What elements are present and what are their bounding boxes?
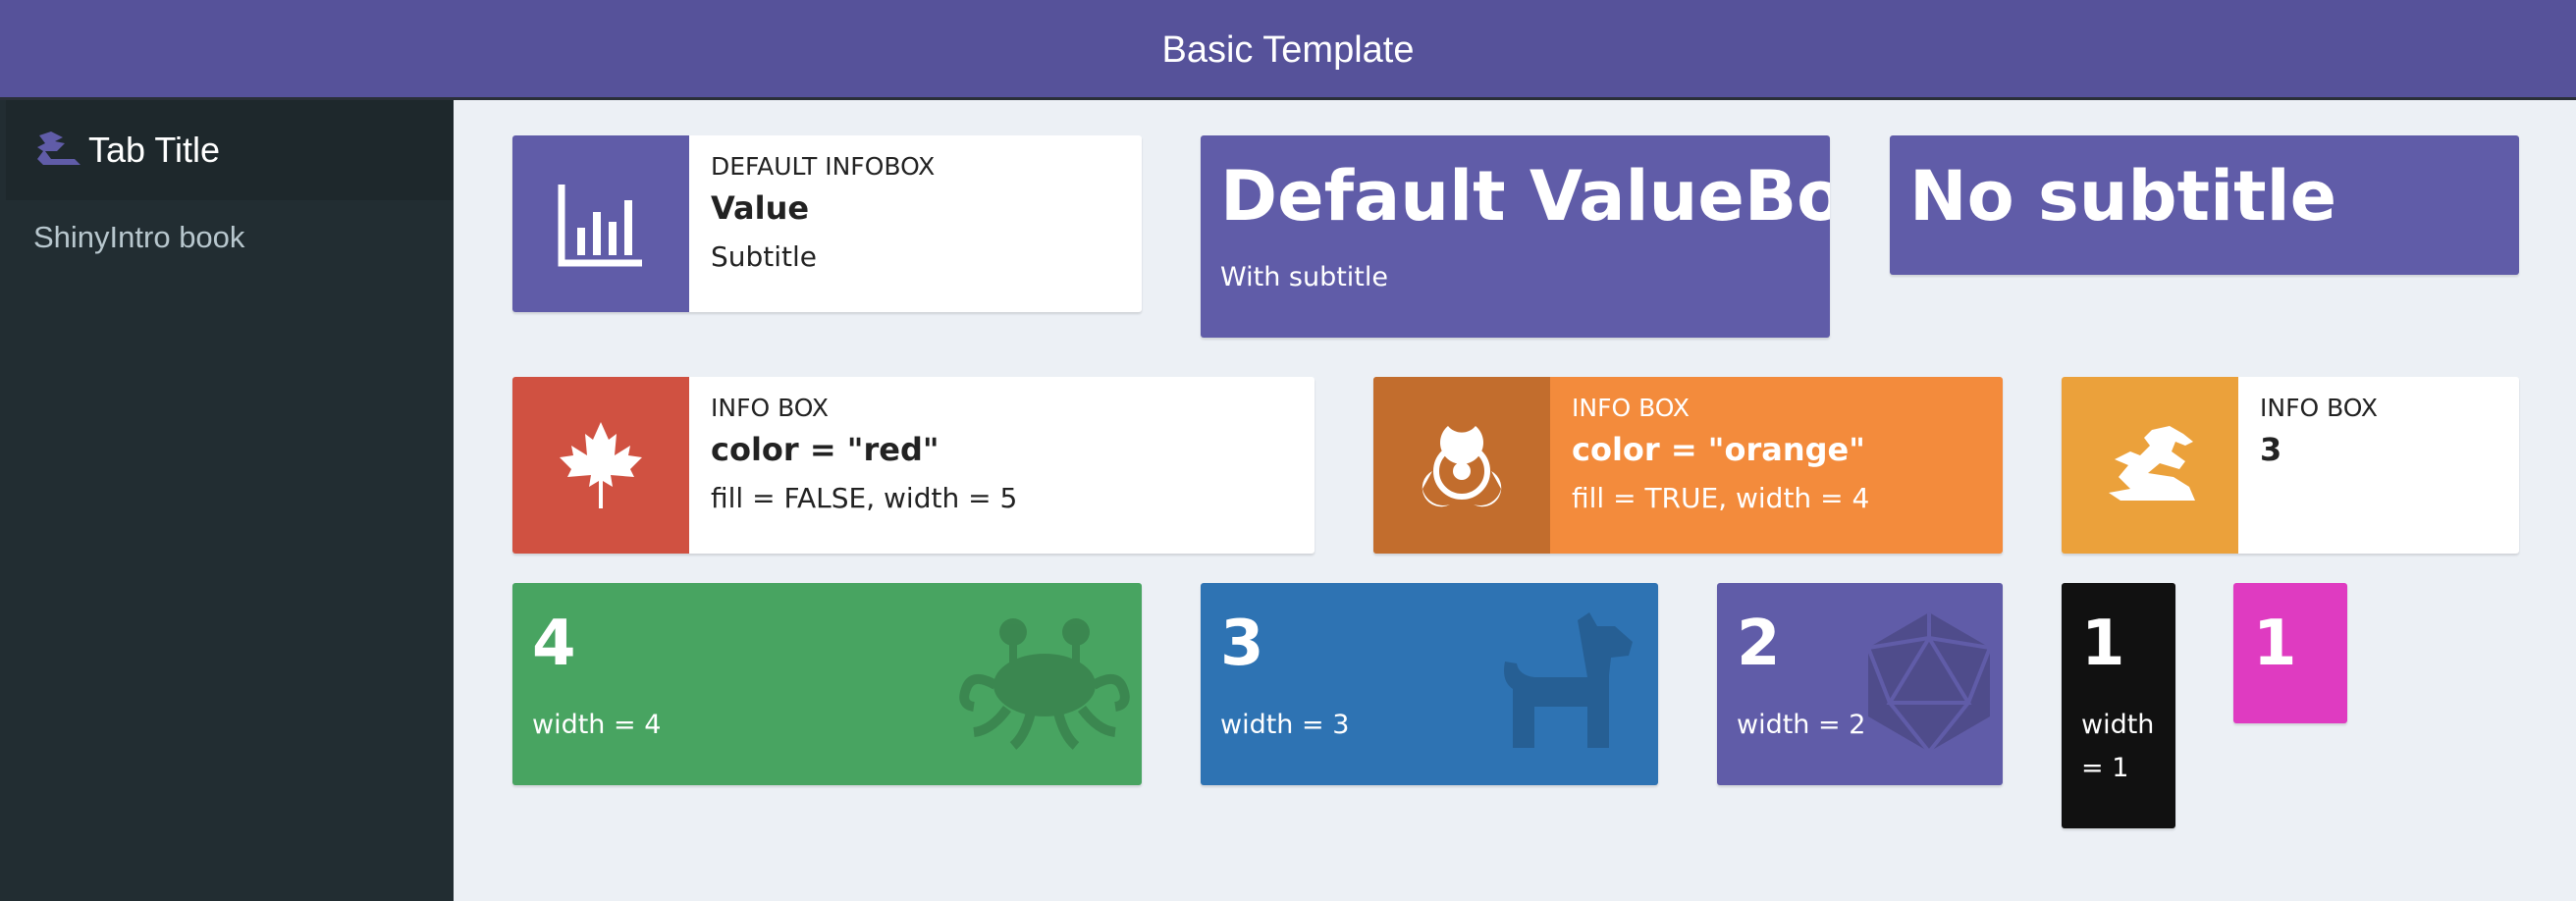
default-infobox: DEFAULT INFOBOX Value Subtitle: [512, 135, 1142, 312]
infobox-icon-area: [2062, 377, 2238, 554]
app-header: Basic Template: [0, 0, 2576, 100]
no-subtitle-valuebox: No subtitle: [1890, 135, 2519, 275]
valuebox-subtitle: With subtitle: [1220, 262, 1388, 292]
app-title: Basic Template: [1161, 29, 1415, 71]
sidebar: Tab Title ShinyIntro book: [0, 100, 454, 901]
default-valuebox: Default ValueBox With subtitle: [1201, 135, 1830, 338]
valuebox-subtitle: width = 4: [532, 710, 662, 740]
infobox-icon-area: [512, 377, 689, 554]
purple-valuebox: 2 width = 2: [1717, 583, 2003, 785]
valuebox-value: Default ValueBox: [1220, 156, 1830, 237]
maple-leaf-icon: [560, 422, 642, 508]
infobox-label: INFO BOX: [1572, 394, 1690, 422]
sidebar-link-shinyintro[interactable]: ShinyIntro book: [33, 220, 244, 255]
valuebox-value: 3: [1220, 608, 1264, 680]
valuebox-subtitle: width = 2: [1737, 710, 1866, 740]
infobox-value: color = "orange": [1572, 431, 1865, 468]
sidebar-tab[interactable]: Tab Title: [6, 100, 454, 200]
fuchsia-valuebox: 1: [2233, 583, 2347, 723]
yellow-infobox: INFO BOX 3: [2062, 377, 2519, 554]
valuebox-value: No subtitle: [1909, 156, 2337, 237]
infobox-label: INFO BOX: [711, 394, 829, 422]
infobox-icon-area: [512, 135, 689, 312]
sidebar-tab-label: Tab Title: [88, 130, 221, 170]
infobox-value: Value: [711, 189, 810, 227]
green-valuebox: 4 width = 4: [512, 583, 1142, 785]
valuebox-value: 1: [2253, 608, 2297, 680]
infobox-icon-area: [1373, 377, 1550, 554]
dragon-icon: [37, 132, 80, 165]
valuebox-value: 2: [1737, 608, 1781, 680]
biohazard-icon: [1422, 426, 1502, 507]
dragon-icon: [2109, 426, 2195, 501]
d20-icon: [1866, 612, 1992, 754]
dog-icon: [1504, 612, 1633, 748]
infobox-subtitle: Subtitle: [711, 240, 818, 273]
valuebox-value: 1: [2081, 608, 2125, 680]
spaghetti-monster-icon: [959, 618, 1130, 750]
infobox-subtitle: fill = FALSE, width = 5: [711, 482, 1018, 514]
valuebox-subtitle: width = 3: [1220, 710, 1350, 740]
infobox-label: DEFAULT INFOBOX: [711, 152, 936, 181]
orange-infobox: INFO BOX color = "orange" fill = TRUE, w…: [1373, 377, 2003, 554]
valuebox-subtitle-line2: = 1: [2081, 753, 2129, 783]
black-valuebox: 1 width = 1: [2062, 583, 2175, 828]
valuebox-subtitle-line1: width: [2081, 710, 2155, 740]
red-infobox: INFO BOX color = "red" fill = FALSE, wid…: [512, 377, 1315, 554]
infobox-value: 3: [2260, 431, 2282, 468]
infobox-subtitle: fill = TRUE, width = 4: [1572, 482, 1870, 514]
infobox-value: color = "red": [711, 431, 939, 468]
bar-chart-icon: [558, 185, 642, 267]
valuebox-value: 4: [532, 608, 576, 680]
infobox-label: INFO BOX: [2260, 394, 2378, 422]
blue-valuebox: 3 width = 3: [1201, 583, 1658, 785]
